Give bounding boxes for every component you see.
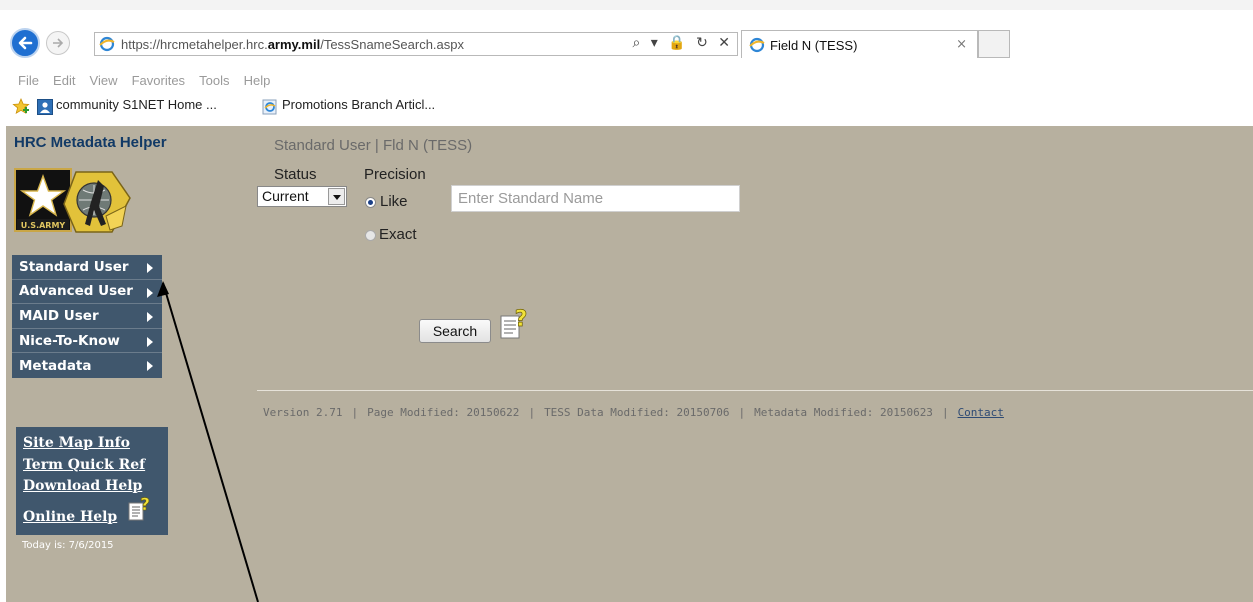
footer-separator: | <box>351 406 359 419</box>
precision-label: Precision <box>364 166 426 183</box>
footer-page-modified: Page Modified: 20150622 <box>367 406 520 419</box>
footer-metadata-modified: Metadata Modified: 20150623 <box>754 406 933 419</box>
nav-maid-user[interactable]: MAID User <box>12 304 162 329</box>
nav-label: Standard User <box>19 258 129 275</box>
status-select[interactable]: Current <box>257 186 347 207</box>
nav-label: MAID User <box>19 307 99 324</box>
footer-divider <box>257 390 1253 391</box>
new-tab-button[interactable] <box>978 30 1010 58</box>
footer-separator: | <box>941 406 949 419</box>
site-title: HRC Metadata Helper <box>14 134 167 151</box>
standard-name-input[interactable] <box>451 185 740 212</box>
nav-nice-to-know[interactable]: Nice-To-Know <box>12 329 162 354</box>
chevron-right-icon <box>147 361 153 372</box>
page-content: HRC Metadata Helper U.S.ARMY Standard Us… <box>6 126 1253 602</box>
browser-tab[interactable]: Field N (TESS) × <box>741 30 978 58</box>
status-label: Status <box>274 166 317 183</box>
ie-tab-icon <box>749 37 765 53</box>
footer-separator: | <box>738 406 746 419</box>
menu-file[interactable]: File <box>18 73 39 88</box>
chevron-right-icon <box>147 312 153 323</box>
help-document-icon[interactable]: ? <box>128 495 152 521</box>
forward-arrow-icon <box>53 38 64 48</box>
nav-advanced-user[interactable]: Advanced User <box>12 280 162 305</box>
menu-favorites[interactable]: Favorites <box>132 73 185 88</box>
site-map-info-link[interactable]: Site Map Info <box>23 433 168 455</box>
nav-standard-user[interactable]: Standard User <box>12 255 162 280</box>
ie-page-icon <box>262 99 277 115</box>
menu-help[interactable]: Help <box>244 73 271 88</box>
radio-exact-label[interactable]: Exact <box>379 226 417 243</box>
left-navigation: Standard User Advanced User MAID User Ni… <box>12 255 162 378</box>
window-titlebar <box>0 0 1253 10</box>
address-tools-icons[interactable]: ⌕ ▾ 🔒 ↻ ✕ <box>632 35 733 51</box>
help-document-icon[interactable]: ? <box>499 306 531 342</box>
search-button[interactable]: Search <box>419 319 491 343</box>
svg-text:?: ? <box>140 495 150 515</box>
back-button[interactable] <box>10 28 40 58</box>
browser-chrome: https://hrcmetahelper.hrc.army.mil/TessS… <box>0 0 1253 124</box>
footer-version: Version 2.71 <box>263 406 343 419</box>
footer-separator: | <box>528 406 536 419</box>
footer-tess-modified: TESS Data Modified: 20150706 <box>544 406 730 419</box>
nav-label: Advanced User <box>19 283 133 300</box>
ie-page-icon <box>99 36 115 52</box>
favorites-star-icon[interactable] <box>12 98 30 115</box>
address-url[interactable]: https://hrcmetahelper.hrc.army.mil/TessS… <box>121 37 464 52</box>
favorites-bar: community S1NET Home ... Promotions Bran… <box>0 94 1253 120</box>
contact-link[interactable]: Contact <box>958 406 1004 419</box>
chevron-right-icon <box>147 287 153 298</box>
help-links-box: Site Map Info Term Quick Ref Download He… <box>16 427 168 535</box>
menu-bar: File Edit View Favorites Tools Help <box>0 68 1253 90</box>
back-arrow-icon <box>18 36 33 50</box>
menu-tools[interactable]: Tools <box>199 73 229 88</box>
breadcrumb: Standard User | Fld N (TESS) <box>274 137 473 154</box>
radio-exact[interactable] <box>365 230 376 241</box>
svg-text:?: ? <box>515 307 528 332</box>
address-bar[interactable]: https://hrcmetahelper.hrc.army.mil/TessS… <box>94 32 738 56</box>
nav-label: Nice-To-Know <box>19 332 120 349</box>
chevron-right-icon <box>147 263 153 273</box>
chevron-down-icon[interactable] <box>328 188 345 205</box>
favorite-community-s1net[interactable]: community S1NET Home ... <box>56 97 217 112</box>
term-quick-ref-link[interactable]: Term Quick Ref <box>23 455 168 477</box>
today-date: Today is: 7/6/2015 <box>22 540 114 551</box>
forward-button[interactable] <box>46 31 70 55</box>
nav-metadata[interactable]: Metadata <box>12 353 162 378</box>
radio-like[interactable] <box>365 197 376 208</box>
svg-text:U.S.ARMY: U.S.ARMY <box>21 221 66 230</box>
radio-like-label[interactable]: Like <box>380 193 408 210</box>
menu-edit[interactable]: Edit <box>53 73 75 88</box>
footer: Version 2.71 | Page Modified: 20150622 | TES… <box>263 406 1004 419</box>
person-page-icon <box>37 99 53 115</box>
tab-title: Field N (TESS) <box>770 38 858 53</box>
menu-view[interactable]: View <box>90 73 118 88</box>
nav-label: Metadata <box>19 357 92 374</box>
chevron-right-icon <box>147 336 153 347</box>
army-logo: U.S.ARMY <box>14 168 131 233</box>
tab-close-icon[interactable]: × <box>956 37 967 52</box>
favorite-promotions-branch[interactable]: Promotions Branch Articl... <box>282 97 435 112</box>
status-selected-value: Current <box>262 188 309 204</box>
